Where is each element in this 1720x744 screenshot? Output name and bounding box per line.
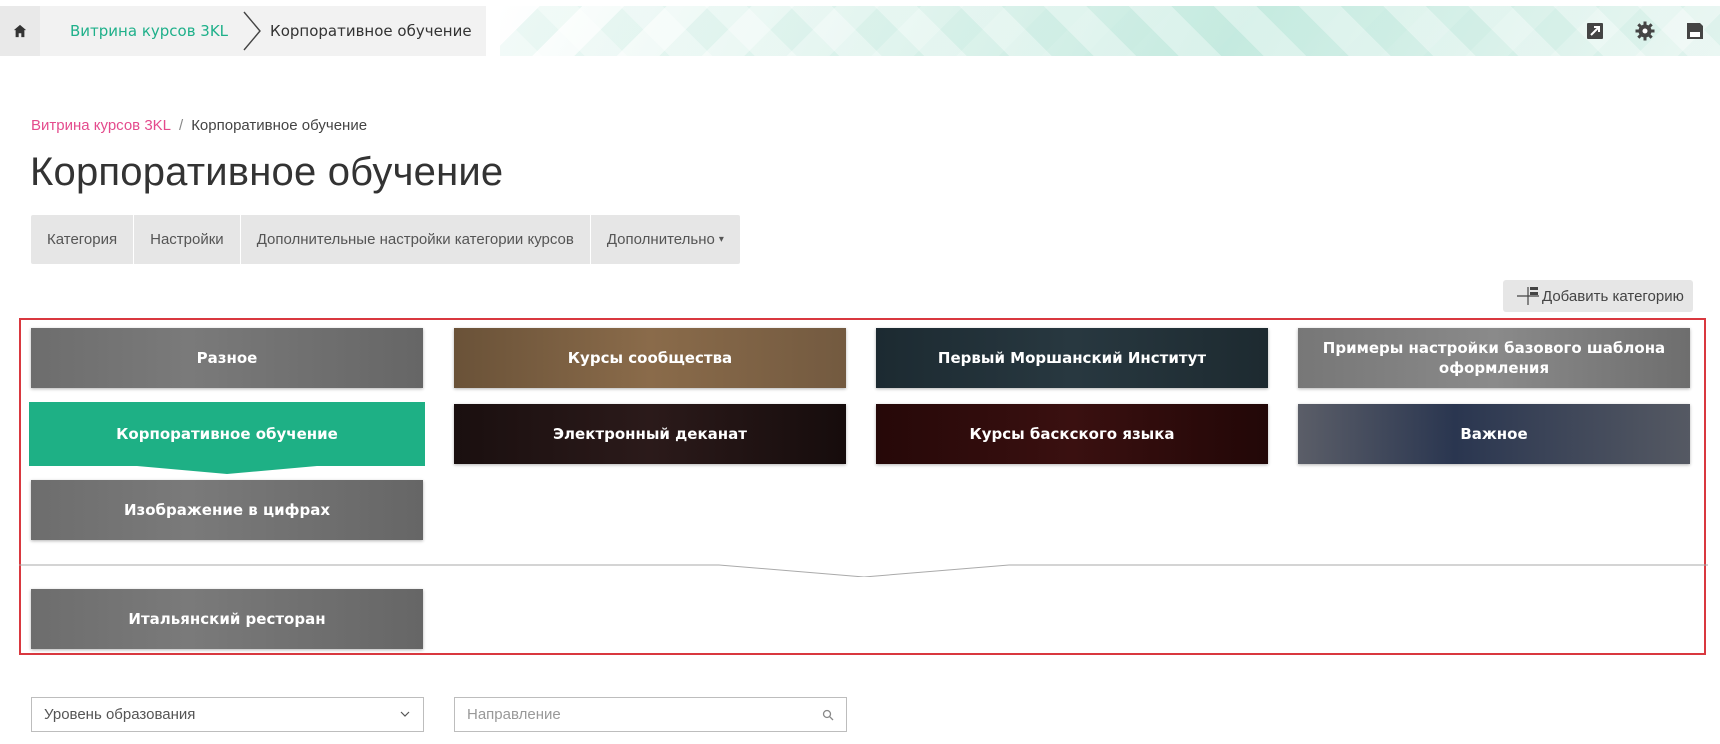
category-tile-basque[interactable]: Курсы баскского языка xyxy=(876,404,1268,464)
tab-label: Дополнительные настройки категории курсо… xyxy=(256,231,574,248)
direction-placeholder: Направление xyxy=(467,706,561,723)
category-label: Изображение в цифрах xyxy=(123,501,331,519)
subcategory-divider xyxy=(19,564,1708,577)
education-level-select[interactable]: Уровень образования xyxy=(31,697,424,732)
send-button[interactable] xyxy=(1570,6,1620,56)
category-tabs: Категория Настройки Дополнительные настр… xyxy=(31,215,740,264)
send-icon xyxy=(1587,23,1603,39)
breadcrumb-separator: / xyxy=(179,117,184,134)
category-label: Итальянский ресторан xyxy=(128,610,326,628)
home-icon xyxy=(13,24,27,38)
tab-extra-settings[interactable]: Дополнительные настройки категории курсо… xyxy=(241,215,591,264)
chevron-right-icon xyxy=(242,6,262,56)
header-crumb-current: Корпоративное обучение xyxy=(262,6,486,56)
category-label: Примеры настройки базового шаблона оформ… xyxy=(1322,339,1666,377)
breadcrumb: Витрина курсов 3KL / Корпоративное обучени… xyxy=(31,117,367,134)
category-label: Первый Моршанский Институт xyxy=(937,349,1207,367)
add-category-button[interactable]: Добавить категорию xyxy=(1503,280,1693,312)
category-label: Разное xyxy=(196,349,258,367)
header-actions xyxy=(1570,6,1720,56)
category-tile-template-examples[interactable]: Примеры настройки базового шаблона оформ… xyxy=(1298,328,1690,388)
gear-icon xyxy=(1635,21,1655,41)
education-level-value: Уровень образования xyxy=(44,706,196,723)
category-tile-corporate-active[interactable]: Корпоративное обучение xyxy=(29,402,425,466)
category-tile-morshansk[interactable]: Первый Моршанский Институт xyxy=(876,328,1268,388)
page-title: Корпоративное обучение xyxy=(30,150,504,194)
header-breadcrumb: Витрина курсов 3KL Корпоративное обучени… xyxy=(0,6,486,56)
add-category-label: Добавить категорию xyxy=(1542,287,1684,305)
save-icon xyxy=(1687,23,1703,39)
save-button[interactable] xyxy=(1670,6,1720,56)
category-label: Корпоративное обучение xyxy=(116,425,338,443)
category-tile-e-deanery[interactable]: Электронный деканат xyxy=(454,404,846,464)
breadcrumb-current: Корпоративное обучение xyxy=(191,117,368,134)
category-label: Важное xyxy=(1460,425,1528,443)
tab-category[interactable]: Категория xyxy=(31,215,135,264)
chevron-down-icon xyxy=(400,711,410,717)
settings-button[interactable] xyxy=(1620,6,1670,56)
tab-label: Дополнительно xyxy=(606,231,715,248)
category-label: Курсы сообщества xyxy=(567,349,733,367)
category-tile-important[interactable]: Важное xyxy=(1298,404,1690,464)
tab-label: Настройки xyxy=(150,231,224,248)
home-button[interactable] xyxy=(0,6,40,56)
tab-label: Категория xyxy=(47,231,118,248)
category-tile-raznoe[interactable]: Разное xyxy=(31,328,423,388)
add-category-icon xyxy=(1517,287,1539,305)
direction-search-input[interactable]: Направление xyxy=(454,697,847,732)
category-tile-italian-restaurant[interactable]: Итальянский ресторан xyxy=(31,589,423,649)
category-tile-community[interactable]: Курсы сообщества xyxy=(454,328,846,388)
tab-settings[interactable]: Настройки xyxy=(134,215,241,264)
header-pattern xyxy=(500,6,1720,56)
tab-more[interactable]: Дополнительно ▾ xyxy=(591,215,740,264)
chevron-down-icon: ▾ xyxy=(718,234,724,245)
breadcrumb-parent-link[interactable]: Витрина курсов 3KL xyxy=(31,117,171,134)
search-icon xyxy=(822,709,834,721)
top-header: Витрина курсов 3KL Корпоративное обучени… xyxy=(0,6,1720,56)
header-crumb-parent[interactable]: Витрина курсов 3KL xyxy=(40,6,242,56)
category-label: Электронный деканат xyxy=(553,425,747,443)
category-label: Курсы баскского языка xyxy=(969,425,1175,443)
category-tile-image-in-numbers[interactable]: Изображение в цифрах xyxy=(31,480,423,540)
